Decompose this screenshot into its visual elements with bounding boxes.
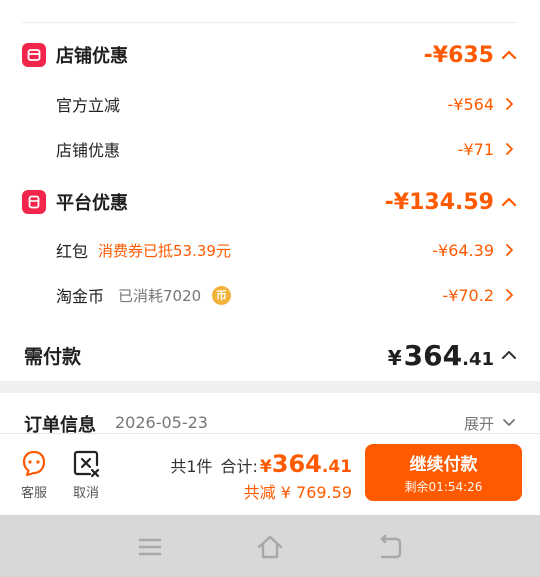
total-currency: ¥ — [259, 457, 272, 477]
discount-item-store[interactable]: 店铺优惠 -¥71 — [0, 137, 540, 161]
payable-amount: ¥ 364 .41 — [388, 339, 494, 372]
chevron-right-icon — [506, 244, 513, 256]
service-label: 客服 — [20, 486, 47, 501]
payable-integer: 364 — [403, 338, 463, 372]
cancel-label: 取消 — [72, 486, 99, 501]
order-info-card[interactable]: 订单信息 2026-05-23 展开 — [0, 393, 540, 433]
store-discount-header[interactable]: 店铺优惠 -¥635 — [0, 42, 540, 68]
customer-service-button[interactable]: 客服 — [14, 448, 54, 504]
back-icon[interactable] — [376, 533, 404, 561]
discount-item-label: 店铺优惠 — [56, 141, 121, 160]
divider — [22, 22, 518, 23]
payable-label: 需付款 — [24, 345, 82, 368]
total-integer: 364 — [271, 450, 322, 478]
platform-badge-icon — [22, 190, 46, 214]
taojinbi-tag: 已消耗7020 — [118, 286, 202, 305]
countdown: 剩余01:54:26 — [404, 480, 483, 494]
menu-icon[interactable] — [136, 533, 164, 561]
cancel-icon — [73, 450, 100, 478]
cancel-button[interactable]: 取消 — [66, 448, 106, 504]
chevron-down-icon[interactable] — [502, 415, 516, 429]
chevron-up-icon[interactable] — [500, 346, 518, 364]
order-total: 共1件 合计: ¥ 364 .41 — [170, 450, 352, 478]
red-packet-label: 红包 — [56, 242, 89, 261]
bottom-action-bar: 客服 取消 共1件 合计: ¥ 364 .41 共减 ¥ 769.59 继续付款… — [0, 433, 540, 515]
payable-currency: ¥ — [387, 345, 402, 370]
expand-link[interactable]: 展开 — [464, 413, 494, 433]
payable-row[interactable]: 需付款 ¥ 364 .41 — [0, 338, 540, 372]
store-discount-amount: -¥635 — [423, 42, 494, 68]
total-saved: 共减 ¥ 769.59 — [243, 483, 352, 502]
discount-item-amount: -¥564 — [447, 94, 495, 114]
chevron-right-icon — [506, 143, 513, 155]
system-nav-bar — [0, 515, 540, 577]
platform-discount-amount: -¥134.59 — [384, 189, 494, 215]
continue-pay-button[interactable]: 继续付款 剩余01:54:26 — [365, 444, 522, 501]
discount-item-amount: -¥71 — [457, 139, 494, 159]
order-date: 2026-05-23 — [115, 413, 208, 432]
chevron-right-icon — [506, 98, 513, 110]
payable-decimal: .41 — [462, 348, 494, 370]
discount-card: 店铺优惠 -¥635 官方立减 -¥564 店铺优惠 -¥71 平台优惠 -¥1… — [0, 0, 540, 381]
total-label: 合计: — [220, 457, 258, 476]
discount-item-label: 官方立减 — [56, 96, 121, 115]
store-badge-icon — [22, 43, 46, 67]
discount-item-official[interactable]: 官方立减 -¥564 — [0, 92, 540, 116]
red-packet-amount: -¥64.39 — [432, 240, 494, 260]
platform-discount-header[interactable]: 平台优惠 -¥134.59 — [0, 189, 540, 215]
discount-item-taojinbi[interactable]: 淘金币 已消耗7020 币 -¥70.2 — [0, 283, 540, 307]
home-icon[interactable] — [256, 533, 284, 561]
platform-discount-title: 平台优惠 — [56, 193, 128, 214]
coin-icon: 币 — [212, 285, 231, 305]
pay-button-label: 继续付款 — [409, 455, 478, 475]
store-discount-title: 店铺优惠 — [56, 46, 128, 67]
total-decimal: .41 — [321, 457, 352, 477]
red-packet-tag: 消费券已抵53.39元 — [98, 241, 231, 260]
item-count: 共1件 — [170, 457, 213, 476]
chevron-right-icon — [506, 289, 513, 301]
chevron-up-icon[interactable] — [500, 46, 518, 64]
chevron-up-icon[interactable] — [500, 193, 518, 211]
taojinbi-amount: -¥70.2 — [442, 285, 494, 305]
discount-item-red-packet[interactable]: 红包 消费券已抵53.39元 -¥64.39 — [0, 238, 540, 262]
customer-service-icon — [22, 450, 46, 477]
order-info-title: 订单信息 — [24, 415, 96, 433]
taojinbi-label: 淘金币 — [56, 287, 105, 306]
